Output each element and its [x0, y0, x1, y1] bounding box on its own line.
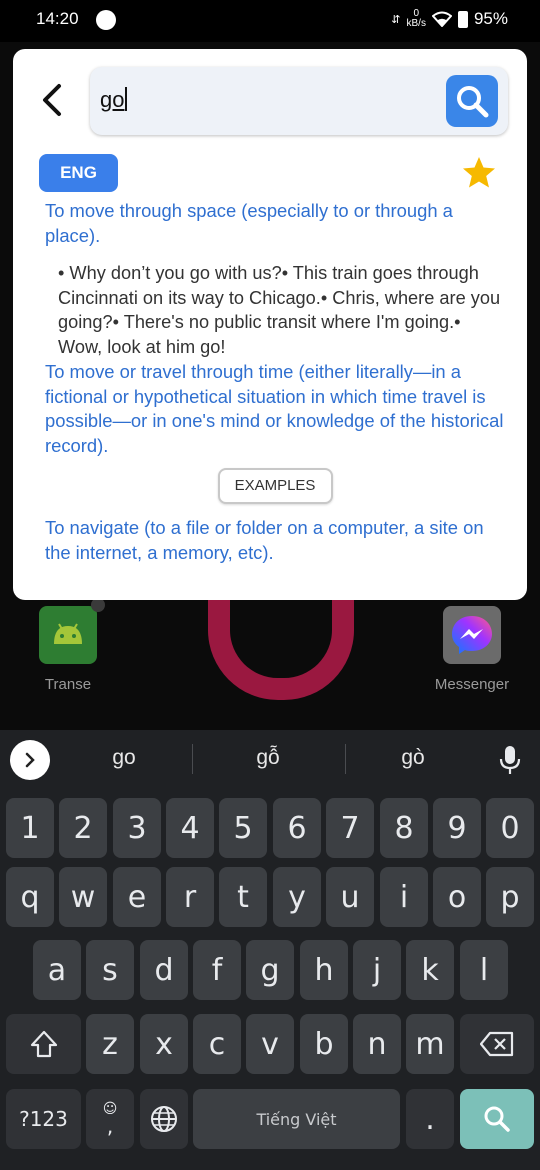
- examples-button[interactable]: EXAMPLES: [217, 468, 333, 504]
- network-speed: 0 kB/s: [406, 8, 426, 29]
- app-messenger[interactable]: Messenger: [432, 606, 512, 693]
- app-transe[interactable]: Transe: [28, 598, 108, 693]
- status-icons: ⇵ 0 kB/s 95%: [391, 9, 508, 29]
- key-p[interactable]: p: [486, 867, 534, 927]
- backspace-icon: [480, 1031, 514, 1057]
- status-bar: 14:20 ⇵ 0 kB/s 95%: [0, 0, 540, 42]
- key-j[interactable]: j: [353, 940, 401, 1000]
- globe-icon: [151, 1106, 177, 1132]
- key-e[interactable]: e: [113, 867, 161, 927]
- shift-key[interactable]: [6, 1014, 81, 1074]
- language-key[interactable]: [140, 1089, 188, 1149]
- key-a[interactable]: a: [33, 940, 81, 1000]
- key-t[interactable]: t: [219, 867, 267, 927]
- key-b[interactable]: b: [300, 1014, 348, 1074]
- key-m[interactable]: m: [406, 1014, 454, 1074]
- suggestion-item[interactable]: gò: [338, 746, 488, 770]
- key-2[interactable]: 2: [59, 798, 107, 858]
- key-1[interactable]: 1: [6, 798, 54, 858]
- search-icon: [484, 1106, 510, 1132]
- key-h[interactable]: h: [300, 940, 348, 1000]
- space-key[interactable]: Tiếng Việt: [193, 1089, 400, 1149]
- key-q[interactable]: q: [6, 867, 54, 927]
- key-r[interactable]: r: [166, 867, 214, 927]
- emoji-comma-key[interactable]: ☺ ,: [86, 1089, 134, 1149]
- wifi-icon: [431, 11, 452, 27]
- favorite-star-icon[interactable]: [461, 155, 497, 191]
- battery-percent: 95%: [473, 9, 508, 28]
- shift-icon: [30, 1030, 57, 1058]
- key-l[interactable]: l: [460, 940, 508, 1000]
- suggestion-item[interactable]: gỗ: [193, 746, 343, 770]
- key-0[interactable]: 0: [486, 798, 534, 858]
- wallpaper-shape: [208, 590, 354, 700]
- key-z[interactable]: z: [86, 1014, 134, 1074]
- search-field[interactable]: go: [90, 67, 508, 135]
- key-7[interactable]: 7: [326, 798, 374, 858]
- definition-text: To navigate (to a file or folder on a co…: [45, 517, 484, 563]
- dictionary-popup: go ENG To move through space (especially…: [13, 49, 527, 600]
- search-enter-key[interactable]: [460, 1089, 534, 1149]
- symbols-key[interactable]: ?123: [6, 1089, 81, 1149]
- back-arrow-icon[interactable]: [35, 82, 71, 118]
- key-k[interactable]: k: [406, 940, 454, 1000]
- messenger-icon: [443, 606, 501, 664]
- example-text: • Why don’t you go with us?• This train …: [58, 263, 501, 357]
- android-icon: [39, 598, 105, 664]
- suggestion-item[interactable]: go: [49, 746, 199, 770]
- key-n[interactable]: n: [353, 1014, 401, 1074]
- suggestion-bar: go gỗ gò: [0, 730, 540, 788]
- app-label: Transe: [44, 676, 92, 693]
- chevron-right-icon: [25, 752, 35, 768]
- key-5[interactable]: 5: [219, 798, 267, 858]
- definition-text: To move through space (especially to or …: [45, 200, 453, 246]
- key-g[interactable]: g: [246, 940, 294, 1000]
- key-f[interactable]: f: [193, 940, 241, 1000]
- key-y[interactable]: y: [273, 867, 321, 927]
- key-s[interactable]: s: [86, 940, 134, 1000]
- notification-dot-icon: [96, 10, 116, 30]
- microphone-icon[interactable]: [498, 744, 522, 776]
- period-key[interactable]: .: [406, 1089, 454, 1149]
- definition-text: To move or travel through time (either l…: [45, 361, 504, 456]
- search-input[interactable]: go: [100, 87, 128, 113]
- key-x[interactable]: x: [140, 1014, 188, 1074]
- key-d[interactable]: d: [140, 940, 188, 1000]
- key-u[interactable]: u: [326, 867, 374, 927]
- key-o[interactable]: o: [433, 867, 481, 927]
- key-c[interactable]: c: [193, 1014, 241, 1074]
- key-i[interactable]: i: [380, 867, 428, 927]
- clock: 14:20: [36, 9, 79, 28]
- language-badge[interactable]: ENG: [39, 154, 118, 192]
- key-6[interactable]: 6: [273, 798, 321, 858]
- key-4[interactable]: 4: [166, 798, 214, 858]
- app-label: Messenger: [434, 676, 510, 693]
- battery-icon: [457, 10, 468, 28]
- keyboard: go gỗ gò 1 2 3 4 5 6 7 8 9 0 q w e r t y…: [0, 730, 540, 1170]
- definitions: To move through space (especially to or …: [45, 199, 505, 565]
- data-arrows-icon: ⇵: [391, 13, 401, 26]
- search-button[interactable]: [446, 75, 498, 127]
- key-w[interactable]: w: [59, 867, 107, 927]
- key-8[interactable]: 8: [380, 798, 428, 858]
- backspace-key[interactable]: [460, 1014, 534, 1074]
- expand-toolbar-button[interactable]: [10, 740, 50, 780]
- key-v[interactable]: v: [246, 1014, 294, 1074]
- key-9[interactable]: 9: [433, 798, 481, 858]
- search-icon: [457, 86, 489, 118]
- key-3[interactable]: 3: [113, 798, 161, 858]
